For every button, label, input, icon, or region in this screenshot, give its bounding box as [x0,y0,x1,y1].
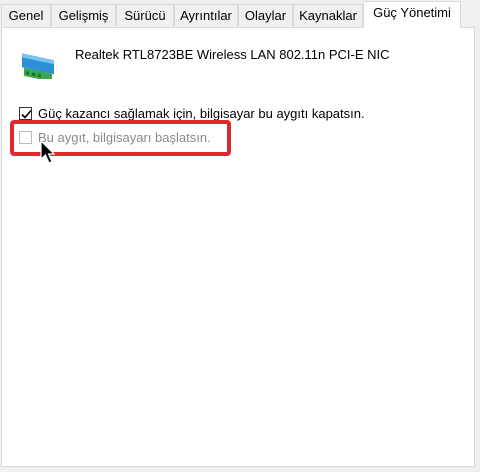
allow-turn-off-checkbox[interactable] [19,107,32,120]
allow-turn-off-label: Güç kazancı sağlamak için, bilgisayar bu… [38,106,365,121]
tab-details[interactable]: Ayrıntılar [174,4,238,26]
mouse-cursor-icon [40,139,56,166]
tab-general[interactable]: Genel [1,4,51,26]
tab-resources[interactable]: Kaynaklar [293,4,363,26]
device-name: Realtek RTL8723BE Wireless LAN 802.11n P… [75,47,390,62]
tab-bar: Genel Gelişmiş Sürücü Ayrıntılar Olaylar… [0,0,480,28]
tab-driver[interactable]: Sürücü [116,4,174,26]
power-management-panel [1,27,475,467]
network-adapter-icon [20,43,56,82]
tab-events[interactable]: Olaylar [238,4,293,26]
tab-power-management[interactable]: Güç Yönetimi [363,1,461,28]
tab-advanced[interactable]: Gelişmiş [51,4,116,26]
